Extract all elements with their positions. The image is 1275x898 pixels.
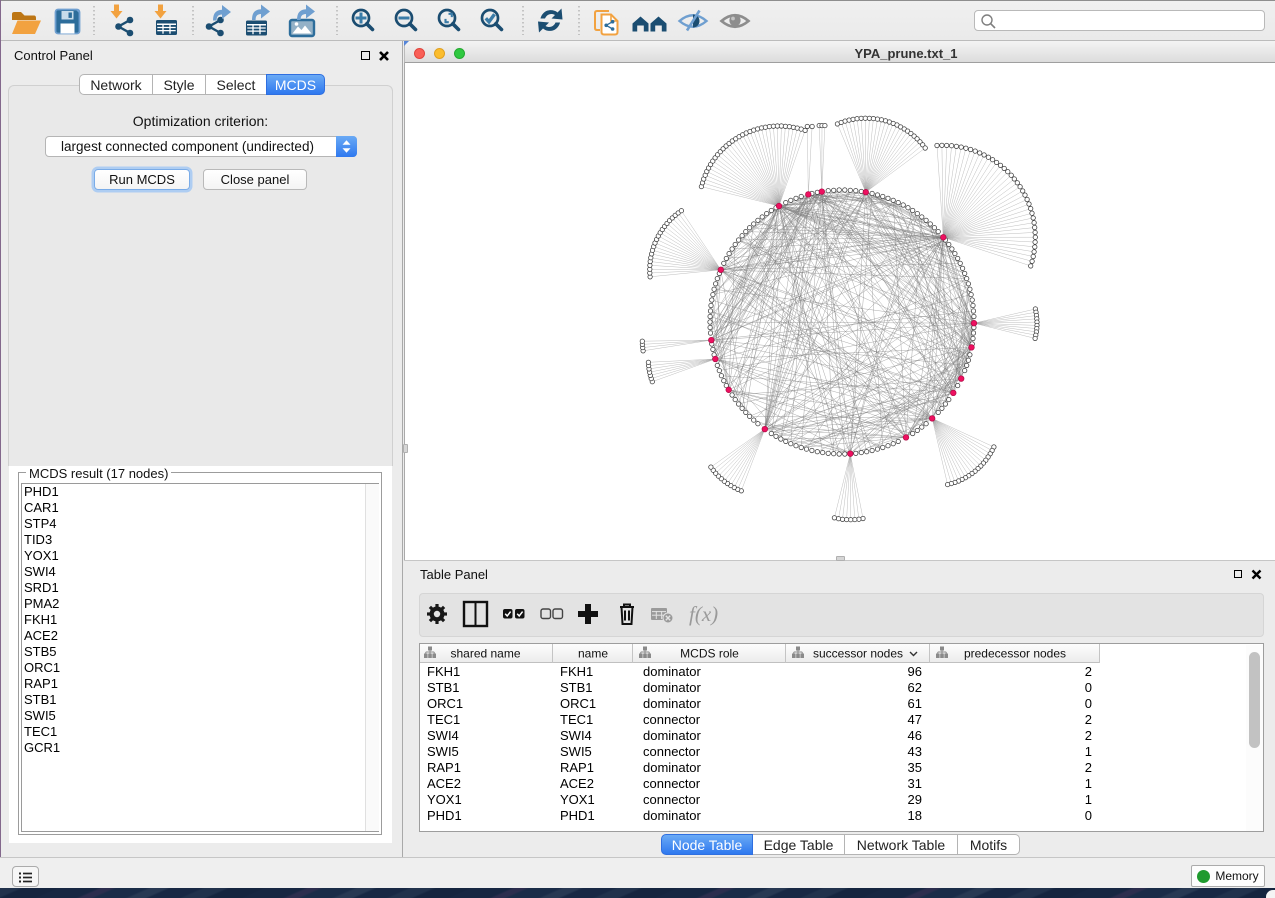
svg-text:shared name: shared name bbox=[450, 647, 520, 661]
svg-text:successor nodes: successor nodes bbox=[813, 647, 903, 661]
svg-text:f(x): f(x) bbox=[689, 602, 718, 626]
svg-text:name: name bbox=[578, 647, 608, 661]
svg-text:predecessor nodes: predecessor nodes bbox=[964, 647, 1066, 661]
svg-text:MCDS role: MCDS role bbox=[680, 647, 739, 661]
